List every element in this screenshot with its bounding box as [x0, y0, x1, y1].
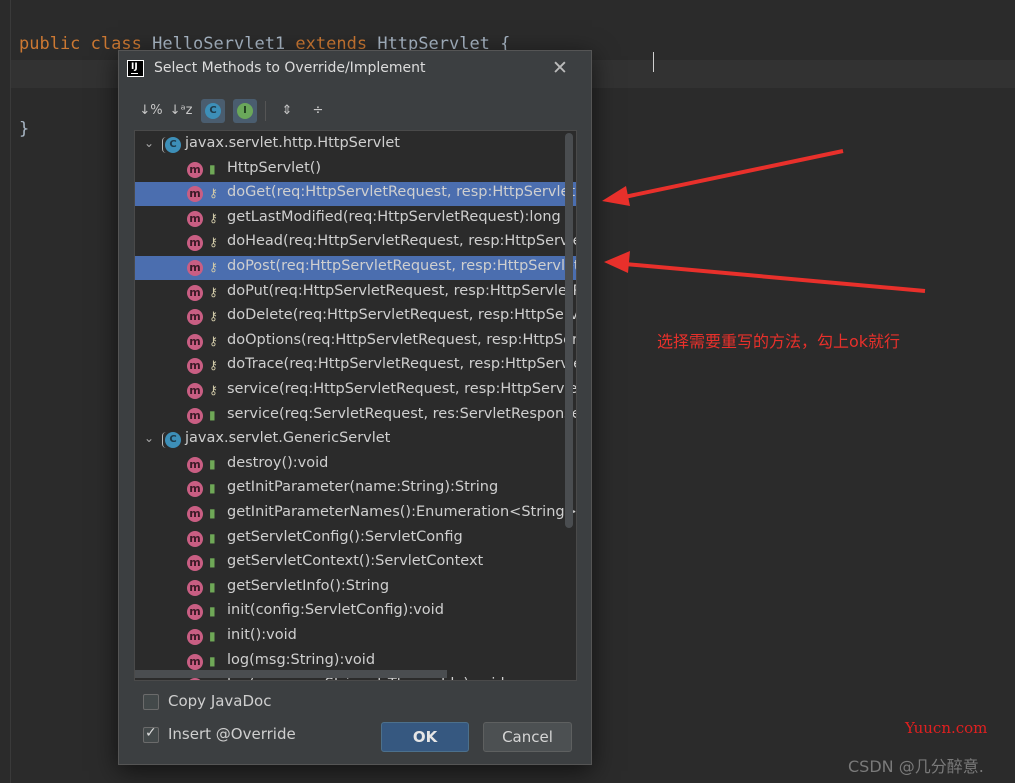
- red-arrow-doget: [609, 149, 844, 202]
- annotation-text: 选择需要重写的方法，勾上ok就行: [657, 332, 901, 351]
- csdn-watermark: CSDN @几分醉意.: [848, 757, 984, 776]
- red-arrow-dopost: [613, 261, 926, 293]
- red-arrow-doget-head: [602, 186, 630, 206]
- red-arrow-dopost-head: [604, 251, 630, 273]
- annotation-layer: [602, 149, 926, 293]
- site-watermark: Yuucn.com: [905, 719, 988, 737]
